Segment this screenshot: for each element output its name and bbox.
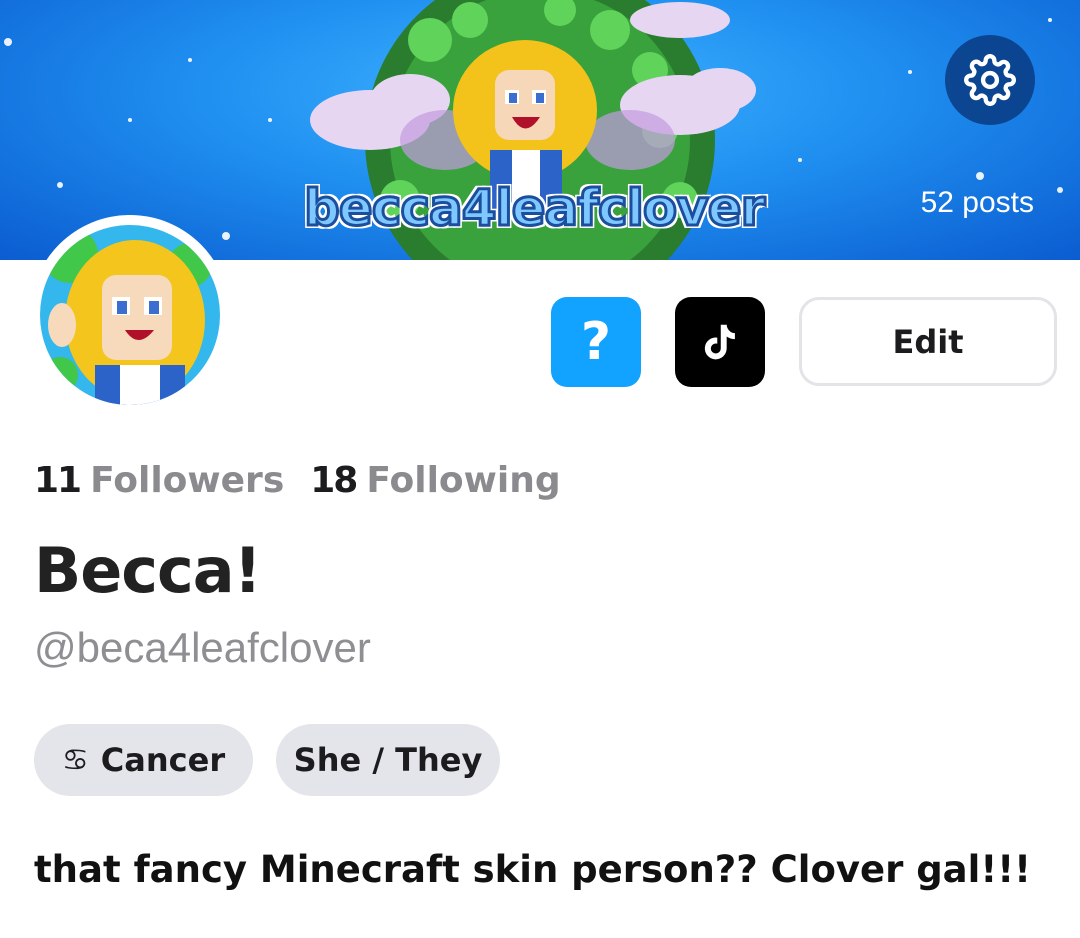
tiktok-icon	[704, 324, 735, 360]
followers-label: Followers	[90, 459, 285, 501]
follow-stats: 11 Followers 18 Following	[34, 458, 587, 502]
followers-link[interactable]: 11 Followers	[34, 460, 284, 501]
gear-icon	[964, 54, 1016, 106]
zodiac-badge: ♋ Cancer	[34, 724, 253, 796]
profile-page: becca4leafclover 52 posts ? Edit 11 Foll…	[0, 0, 1080, 938]
post-count: 52 posts	[920, 186, 1034, 219]
following-count: 18	[310, 459, 358, 501]
avatar[interactable]	[30, 215, 230, 415]
help-button[interactable]: ?	[551, 297, 641, 387]
pronouns-badge: She / They	[276, 724, 500, 796]
edit-profile-button[interactable]: Edit	[799, 297, 1057, 386]
question-mark-icon: ?	[580, 312, 612, 372]
username-handle: @beca4leafclover	[34, 624, 371, 671]
following-link[interactable]: 18 Following	[310, 460, 560, 501]
banner-title: becca4leafclover	[303, 178, 767, 239]
following-label: Following	[366, 459, 561, 501]
followers-count: 11	[34, 459, 82, 501]
display-name: Becca!	[34, 534, 262, 607]
tiktok-button[interactable]	[675, 297, 765, 387]
profile-bio: that fancy Minecraft skin person?? Clove…	[34, 848, 1031, 891]
zodiac-label: Cancer	[100, 741, 226, 779]
settings-button[interactable]	[945, 35, 1035, 125]
avatar-image	[40, 225, 220, 405]
cancer-zodiac-icon: ♋	[61, 742, 89, 778]
